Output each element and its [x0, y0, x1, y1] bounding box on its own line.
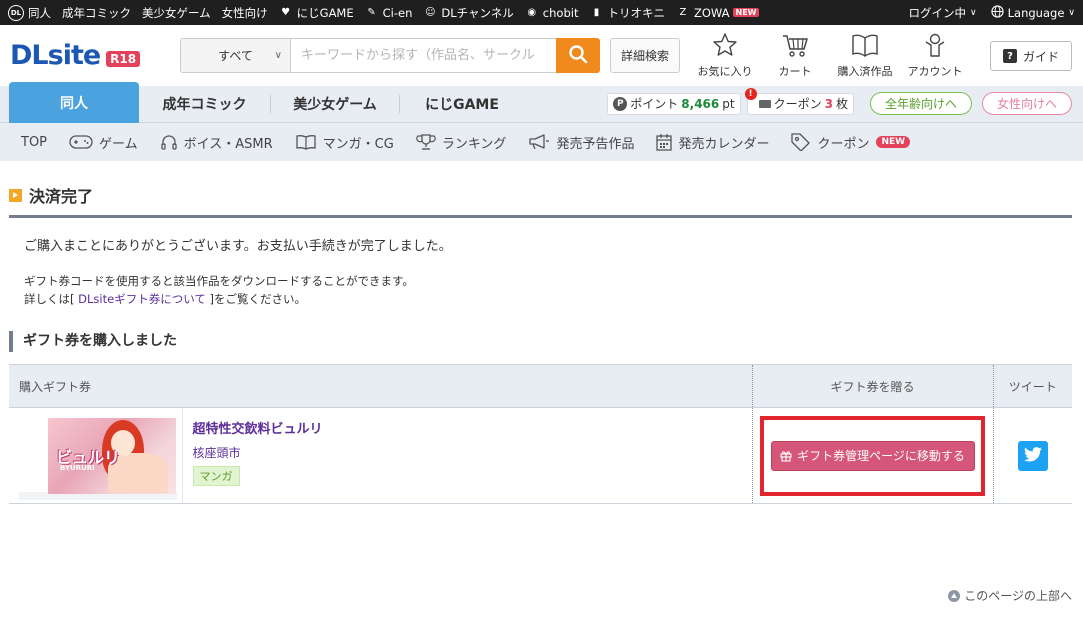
help-icon: ? [1002, 49, 1017, 63]
chevron-down-icon: ∨ [1068, 7, 1075, 18]
subnav-game[interactable]: ゲーム [69, 133, 138, 152]
topbar-zowa-link[interactable]: Z ZOWA NEW [676, 6, 760, 20]
subnav-voice[interactable]: ボイス・ASMR [160, 133, 273, 152]
megaphone-icon [528, 133, 550, 151]
work-title-link[interactable]: 超特性交飲料ビュルリ [193, 422, 323, 437]
title-marker-icon [9, 188, 22, 202]
tab-comic[interactable]: 成年コミック [139, 86, 270, 122]
table-row: ビュルリ BYURURI 超特性交飲料ビュルリ 核座頭市 マンガ ギフト券管理ペ… [9, 407, 1072, 504]
col-purchased-gift: 購入ギフト券 [9, 364, 752, 408]
calendar-icon [656, 133, 673, 151]
topbar-nijigame-link[interactable]: ♥ にじGAME [279, 5, 353, 21]
topbar-toriokini-link[interactable]: ▮ トリオキニ [589, 5, 665, 21]
point-icon: P [613, 96, 628, 111]
chevron-down-icon: ∨ [274, 50, 282, 61]
favorites-link[interactable]: お気に入り [690, 32, 760, 79]
headphones-icon [160, 133, 178, 151]
r18-badge: R18 [106, 50, 141, 67]
circle-link[interactable]: 核座頭市 [193, 446, 241, 460]
gamepad-icon [69, 134, 93, 150]
subnav-ranking[interactable]: ランキング [416, 133, 506, 152]
site-logo[interactable]: DLsite R18 [10, 40, 180, 71]
book-icon [295, 134, 317, 150]
subnav-calendar[interactable]: 発売カレンダー [656, 133, 769, 152]
globe-icon [991, 4, 1004, 21]
section-title: ギフト券を購入しました [9, 331, 1072, 352]
genre-tag: マンガ [192, 466, 240, 486]
purchased-link[interactable]: 購入済作品 [830, 32, 900, 79]
account-icon [922, 32, 948, 63]
completion-message: ご購入まことにありがとうございます。お支払い手続きが完了しました。 [24, 239, 452, 254]
page-top-link[interactable]: このページの上部へ [948, 587, 1072, 604]
account-link[interactable]: アカウント [900, 32, 970, 79]
gift-table: 購入ギフト券 ギフト券を贈る ツイート ビュルリ BYURURI 超特性交飲料ビ… [9, 364, 1072, 504]
tweet-button[interactable] [1017, 440, 1048, 471]
new-badge: NEW [732, 8, 760, 17]
floor-tabs: 同人 成年コミック 美少女ゲーム にじGAME P ポイント 8,466 pt … [0, 82, 1083, 123]
search-icon [568, 44, 588, 67]
highlight-box: ギフト券管理ページに移動する [760, 415, 985, 496]
gift-info: ギフト券コードを使用すると該当作品をダウンロードすることができます。 詳しくは[… [24, 274, 414, 306]
tab-doujin[interactable]: 同人 [9, 82, 139, 123]
top-bar: DL 同人 成年コミック 美少女ゲーム 女性向け ♥ にじGAME ✎ Ci-en ☺… [0, 0, 1083, 25]
topbar-game-link[interactable]: 美少女ゲーム [142, 5, 211, 21]
topbar-comic-link[interactable]: 成年コミック [62, 5, 131, 21]
book-open-icon [850, 32, 880, 63]
page-title: 決済完了 [9, 183, 1072, 218]
tab-game[interactable]: 美少女ゲーム [271, 86, 399, 122]
work-thumbnail[interactable]: ビュルリ BYURURI [19, 418, 182, 494]
coupon-display[interactable]: ! クーポン 3 枚 [744, 87, 854, 115]
detail-search-button[interactable]: 詳細検索 [610, 38, 681, 73]
subnav-announce[interactable]: 発売予告作品 [528, 133, 634, 152]
subnav-manga[interactable]: マンガ・CG [295, 133, 394, 152]
ticket-icon [758, 99, 771, 108]
login-menu[interactable]: ログイン中 ∨ [909, 5, 977, 21]
search-button[interactable] [556, 38, 600, 73]
book-icon: ▮ [593, 6, 600, 18]
subnav-coupon[interactable]: クーポン NEW [791, 133, 911, 152]
topbar-female-link[interactable]: 女性向け [222, 5, 268, 21]
col-tweet: ツイート [992, 364, 1072, 408]
arrow-up-icon [948, 589, 961, 602]
topbar-doujin-link[interactable]: DL 同人 [8, 4, 51, 21]
zowa-icon: Z [679, 6, 687, 18]
main-content: 決済完了 ご購入まことにありがとうございます。お支払い手続きが完了しました。 ギ… [0, 183, 1083, 504]
heart-icon: ♥ [281, 6, 291, 18]
subnav-top[interactable]: TOP [21, 135, 47, 150]
gift-manage-button[interactable]: ギフト券管理ページに移動する [770, 440, 975, 471]
new-badge: NEW [876, 136, 911, 148]
topbar-chobit-link[interactable]: ◉ chobit [525, 6, 578, 20]
tab-nijigame[interactable]: にじGAME [400, 86, 524, 122]
topbar-cien-link[interactable]: ✎ Ci-en [365, 6, 412, 20]
chevron-down-icon: ∨ [970, 7, 977, 18]
search-input[interactable] [290, 38, 556, 73]
topbar-dlchannel-link[interactable]: ☺ DLチャンネル [423, 5, 514, 21]
col-send-gift: ギフト券を贈る [751, 364, 993, 408]
sub-nav: TOP ゲーム ボイス・ASMR マンガ・CG ランキング 発売予告作品 発売カ… [0, 123, 1083, 161]
chobit-icon: ◉ [527, 6, 537, 18]
guide-button[interactable]: ? ガイド [990, 41, 1072, 71]
thumbnail-subtitle: BYURURI [60, 464, 95, 472]
dlchannel-icon: ☺ [425, 6, 436, 18]
search-category-select[interactable]: すべて ∨ [180, 38, 290, 73]
dl-icon: DL [8, 4, 24, 21]
gift-icon [780, 450, 792, 462]
ci-en-icon: ✎ [367, 6, 376, 18]
tag-icon [791, 133, 811, 151]
cart-link[interactable]: カート [760, 32, 830, 79]
search-bar: すべて ∨ [180, 38, 600, 73]
points-display[interactable]: P ポイント 8,466 pt [607, 92, 741, 115]
language-menu[interactable]: Language ∨ [991, 4, 1075, 21]
trophy-icon [416, 133, 436, 151]
all-ages-button[interactable]: 全年齢向けへ [869, 92, 972, 115]
cart-icon [781, 32, 809, 63]
twitter-icon [1023, 446, 1042, 465]
alert-badge: ! [744, 87, 757, 100]
star-icon [712, 32, 738, 63]
site-header: DLsite R18 すべて∨ 詳細検索 お気に入り カート 購入済作品 アカウ… [0, 25, 1083, 86]
gift-info-link[interactable]: DLsiteギフト券について [78, 292, 206, 306]
female-button[interactable]: 女性向けへ [981, 92, 1072, 115]
